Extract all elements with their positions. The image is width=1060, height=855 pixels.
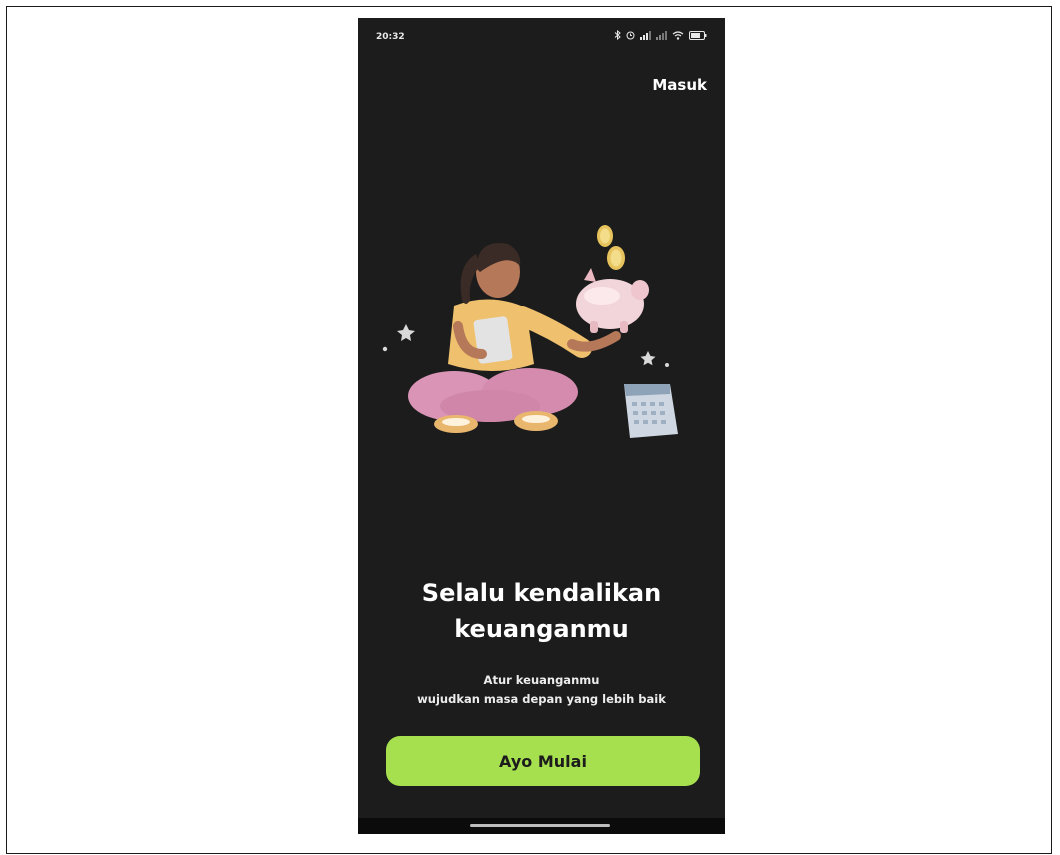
status-time: 20:32 (376, 32, 405, 42)
status-icons (614, 29, 707, 43)
hero-subtitle-line1: Atur keuanganmu (483, 673, 600, 687)
battery-icon (689, 30, 707, 43)
calendar-icon (624, 384, 678, 438)
hero-subtitle-line2: wujudkan masa depan yang lebih baik (417, 692, 666, 706)
girl-figure (408, 243, 621, 433)
savings-illustration (358, 208, 725, 468)
status-bar: 20:32 (358, 18, 725, 56)
login-link[interactable]: Masuk (652, 76, 707, 94)
coin-icon (597, 225, 625, 270)
navigation-bar (358, 818, 725, 834)
hero-title-line1: Selalu kendalikan (421, 579, 662, 607)
piggy-bank-icon (576, 268, 649, 333)
hero-subtitle: Atur keuanganmu wujudkan masa depan yang… (358, 671, 725, 709)
signal-icon (656, 30, 667, 43)
alarm-icon (626, 30, 635, 43)
get-started-button[interactable]: Ayo Mulai (386, 736, 700, 786)
signal-icon (640, 30, 651, 43)
wifi-icon (672, 30, 684, 43)
home-indicator[interactable] (470, 824, 610, 827)
bluetooth-icon (614, 29, 621, 43)
phone-screen: 20:32 Masuk Selalu kendalikan keuanganmu… (358, 18, 725, 834)
hero-title: Selalu kendalikan keuanganmu (358, 575, 725, 647)
screenshot-frame: 20:32 Masuk Selalu kendalikan keuanganmu… (6, 6, 1052, 854)
hero-title-line2: keuanganmu (454, 615, 629, 643)
